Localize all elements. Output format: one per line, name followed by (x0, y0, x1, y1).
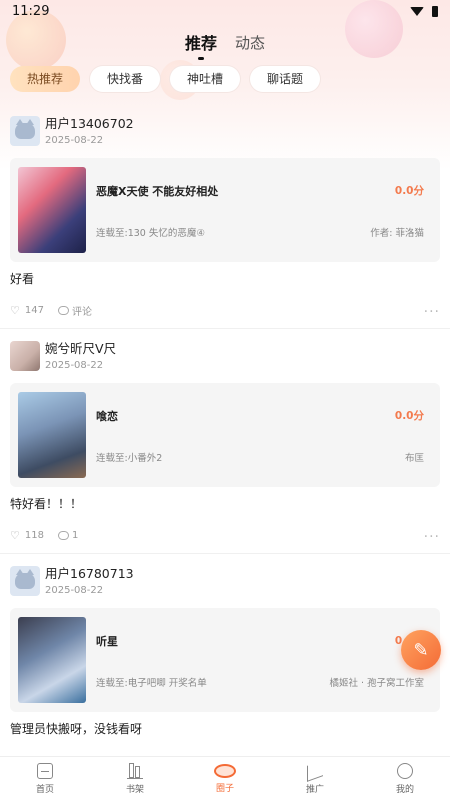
comment-icon (57, 530, 69, 540)
avatar[interactable] (10, 566, 40, 596)
book-title: 喰恋 (96, 410, 118, 423)
book-info: 喰恋 0.0分 连载至:小番外2 布匡 (96, 392, 432, 478)
avatar[interactable] (10, 341, 40, 371)
profile-icon (397, 762, 413, 779)
circle-icon (214, 763, 236, 778)
quill-icon: ✎ (413, 639, 429, 661)
user-meta: 用户13406702 2025-08-22 (45, 116, 134, 148)
book-author: 作者: 菲洛猫 (370, 228, 424, 239)
book-cover (18, 167, 86, 253)
avatar[interactable] (10, 116, 40, 146)
book-chapter: 连载至:130 失忆的恶魔④ (96, 228, 205, 239)
user-name[interactable]: 用户13406702 (45, 116, 134, 132)
more-icon[interactable]: ··· (424, 304, 440, 320)
nav-profile[interactable]: 我的 (360, 757, 450, 800)
heart-icon: ♡ (10, 528, 20, 542)
top-tabs: 推荐 动态 (0, 28, 450, 60)
status-time: 11:29 (12, 3, 50, 19)
comment-button[interactable]: 1 (57, 529, 79, 541)
book-cover (18, 392, 86, 478)
wifi-icon (410, 6, 424, 16)
status-icons (410, 5, 438, 17)
comment-icon (57, 305, 69, 315)
like-button[interactable]: ♡ 118 (10, 529, 44, 542)
like-button[interactable]: ♡ 147 (10, 304, 44, 317)
post-header: 婉兮昕尺V尺 2025-08-22 (10, 341, 440, 383)
cat-icon (15, 569, 35, 589)
post-item: 用户16780713 2025-08-22 听星 0.0分 连载至:电子吧唧 开… (0, 554, 450, 756)
comment-button[interactable]: 评论 (57, 303, 92, 318)
book-title: 听星 (96, 635, 118, 648)
book-author: 布匡 (404, 453, 424, 464)
home-icon (37, 762, 53, 779)
more-icon[interactable]: ··· (424, 529, 440, 545)
chip-find[interactable]: 快找番 (90, 66, 161, 92)
book-chapter: 连载至:电子吧唧 开奖名单 (96, 678, 207, 689)
post-header: 用户16780713 2025-08-22 (10, 566, 440, 608)
nav-label: 首页 (35, 784, 54, 795)
book-score: 0.0分 (394, 185, 424, 197)
book-card[interactable]: 喰恋 0.0分 连载至:小番外2 布匡 (10, 383, 440, 487)
user-name[interactable]: 婉兮昕尺V尺 (45, 341, 116, 357)
compose-button[interactable]: ✎ (401, 630, 441, 670)
nav-label: 推广 (305, 784, 324, 795)
book-info: 听星 0.0分 连载至:电子吧唧 开奖名单 橘姬社 · 孢子窝工作室 (96, 617, 432, 703)
promote-icon (307, 759, 323, 782)
tab-feed[interactable]: 动态 (235, 32, 265, 53)
book-author: 橘姬社 · 孢子窝工作室 (329, 678, 424, 689)
post-item: 用户13406702 2025-08-22 恶魔X天使 不能友好相处 0.0分 … (0, 104, 450, 329)
like-count: 147 (24, 304, 44, 316)
book-card[interactable]: 听星 0.0分 连载至:电子吧唧 开奖名单 橘姬社 · 孢子窝工作室 (10, 608, 440, 712)
user-meta: 婉兮昕尺V尺 2025-08-22 (45, 341, 116, 373)
post-text: 特好看！！！ (10, 497, 83, 511)
nav-label: 圈子 (215, 783, 234, 794)
nav-home[interactable]: 首页 (0, 757, 90, 800)
book-title: 恶魔X天使 不能友好相处 (96, 185, 219, 198)
post-text: 管理员快搬呀，没钱看呀 (10, 722, 143, 736)
chip-roast[interactable]: 神吐槽 (170, 66, 241, 92)
status-bar: 11:29 (0, 0, 450, 22)
battery-icon (432, 5, 438, 17)
user-meta: 用户16780713 2025-08-22 (45, 566, 134, 598)
post-header: 用户13406702 2025-08-22 (10, 116, 440, 158)
post-text: 好看 (10, 272, 35, 286)
nav-label: 书架 (125, 784, 144, 795)
cat-icon (15, 119, 35, 139)
nav-circle[interactable]: 圈子 (180, 757, 270, 800)
like-count: 118 (24, 529, 44, 541)
book-card[interactable]: 恶魔X天使 不能友好相处 0.0分 连载至:130 失忆的恶魔④ 作者: 菲洛猫 (10, 158, 440, 262)
post-feed: 用户13406702 2025-08-22 恶魔X天使 不能友好相处 0.0分 … (0, 104, 450, 756)
bookshelf-icon (127, 762, 143, 779)
post-actions: ♡ 147 评论 ··· (10, 292, 440, 328)
bottom-nav: 首页 书架 圈子 推广 我的 (0, 756, 450, 800)
category-chips: 热推荐 快找番 神吐槽 聊话题 (10, 66, 440, 92)
nav-label: 我的 (395, 784, 414, 795)
book-cover (18, 617, 86, 703)
post-date: 2025-08-22 (45, 360, 104, 371)
comment-count: 评论 (71, 306, 92, 318)
nav-promote[interactable]: 推广 (270, 757, 360, 800)
book-chapter: 连载至:小番外2 (96, 453, 163, 464)
book-score: 0.0分 (394, 410, 424, 422)
post-actions: ♡ 180 评论 ··· (10, 742, 440, 756)
post-date: 2025-08-22 (45, 585, 104, 596)
comment-count: 1 (71, 529, 79, 541)
nav-bookshelf[interactable]: 书架 (90, 757, 180, 800)
post-date: 2025-08-22 (45, 135, 104, 146)
post-actions: ♡ 118 1 ··· (10, 517, 440, 553)
book-info: 恶魔X天使 不能友好相处 0.0分 连载至:130 失忆的恶魔④ 作者: 菲洛猫 (96, 167, 432, 253)
tab-recommend[interactable]: 推荐 (185, 30, 217, 60)
heart-icon: ♡ (10, 303, 20, 317)
user-name[interactable]: 用户16780713 (45, 566, 134, 582)
chip-hot[interactable]: 热推荐 (10, 66, 81, 92)
chip-topic[interactable]: 聊话题 (250, 66, 321, 92)
post-item: 婉兮昕尺V尺 2025-08-22 喰恋 0.0分 连载至:小番外2 布匡 特好… (0, 329, 450, 554)
